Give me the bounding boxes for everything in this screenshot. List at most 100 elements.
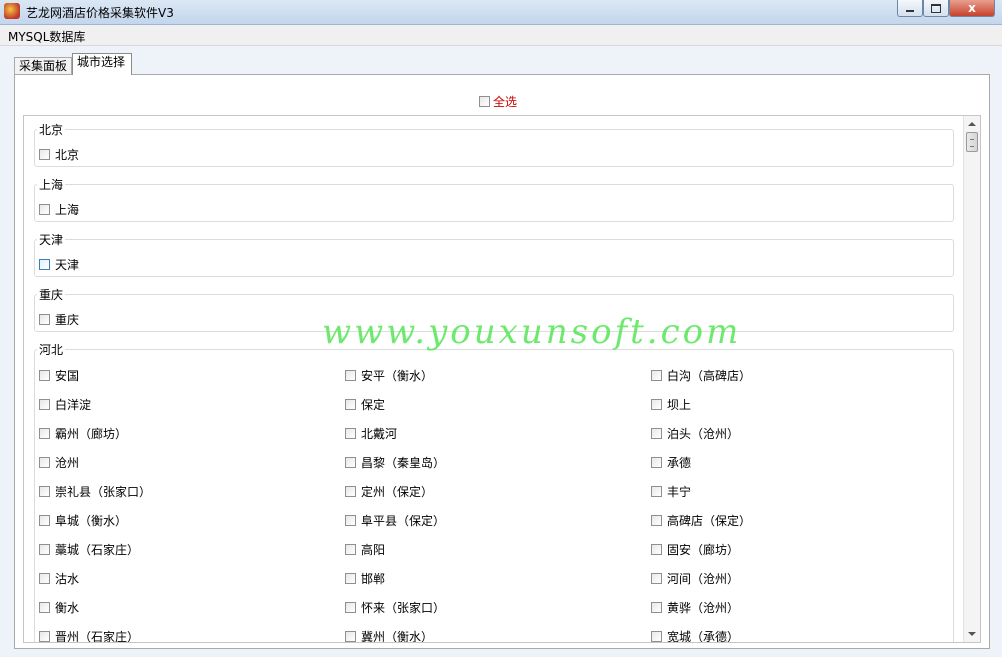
city-option[interactable]: 怀来（张家口） — [345, 599, 445, 616]
city-checkbox[interactable] — [651, 486, 662, 497]
city-option[interactable]: 保定 — [345, 396, 385, 413]
close-button[interactable]: x — [949, 0, 995, 17]
city-label: 丰宁 — [667, 485, 692, 499]
city-checkbox[interactable] — [651, 457, 662, 468]
city-checkbox[interactable] — [345, 399, 356, 410]
city-option[interactable]: 昌黎（秦皇岛） — [345, 454, 445, 471]
city-option[interactable]: 晋州（石家庄） — [39, 628, 140, 643]
city-label: 衡水 — [55, 601, 80, 615]
scroll-down-arrow-icon[interactable] — [968, 632, 976, 636]
city-list-scroll-area[interactable]: 河北安国 安平（衡水） 白沟（高碑店） 白洋淀 保定 坝上霸州（廊坊） 北戴河 泊头（沧州） 沧… — [23, 115, 981, 643]
city-label: 高阳 — [361, 543, 386, 557]
city-checkbox[interactable] — [39, 457, 50, 468]
city-option[interactable]: 沽水 — [39, 570, 79, 587]
tab-city-select[interactable]: 城市选择 — [72, 53, 132, 75]
title-bar: 艺龙网酒店价格采集软件V3 x — [0, 0, 1002, 25]
city-checkbox[interactable] — [39, 573, 50, 584]
city-checkbox[interactable] — [39, 515, 50, 526]
city-checkbox[interactable] — [345, 544, 356, 555]
city-checkbox[interactable] — [39, 399, 50, 410]
city-option[interactable]: 定州（保定） — [345, 483, 433, 500]
city-option[interactable]: 冀州（衡水） — [345, 628, 433, 642]
city-option[interactable]: 北戴河 — [345, 425, 397, 442]
city-option[interactable]: 崇礼县（张家口） — [39, 483, 151, 500]
city-label: 重庆 — [55, 313, 80, 327]
city-checkbox[interactable] — [651, 573, 662, 584]
close-icon: x — [968, 1, 976, 15]
city-checkbox[interactable] — [345, 370, 356, 381]
city-option[interactable]: 北京 — [39, 146, 79, 163]
city-checkbox[interactable] — [651, 631, 662, 642]
city-option[interactable]: 高碑店（保定） — [651, 512, 751, 529]
city-option[interactable]: 承德 — [651, 454, 691, 471]
city-checkbox[interactable] — [345, 631, 356, 642]
province-group: 北京 北京 — [34, 121, 954, 167]
city-checkbox[interactable] — [39, 486, 50, 497]
city-checkbox[interactable] — [651, 602, 662, 613]
city-checkbox[interactable] — [39, 428, 50, 439]
select-all-checkbox[interactable] — [479, 96, 490, 107]
city-label: 白洋淀 — [55, 398, 92, 412]
city-option[interactable]: 安国 — [39, 367, 79, 384]
city-option[interactable]: 固安（廊坊） — [651, 541, 739, 558]
city-checkbox[interactable] — [39, 314, 50, 325]
province-group-title: 天津 — [37, 231, 66, 248]
city-checkbox[interactable] — [651, 399, 662, 410]
province-group-title: 河北 — [37, 341, 66, 358]
select-all-option[interactable]: 全选 — [479, 93, 517, 110]
city-option[interactable]: 坝上 — [651, 396, 691, 413]
city-checkbox[interactable] — [345, 573, 356, 584]
city-option[interactable]: 高阳 — [345, 541, 385, 558]
city-select-panel: 全选 河北安国 安平（衡水） 白沟（高碑店） 白洋淀 保定 坝上霸州（廊坊） 北戴河 泊头（沧… — [14, 74, 990, 649]
tab-collect-panel[interactable]: 采集面板 — [14, 57, 72, 74]
city-option[interactable]: 河间（沧州） — [651, 570, 739, 587]
city-option[interactable]: 天津 — [39, 256, 79, 273]
minimize-button[interactable] — [897, 0, 923, 17]
menu-item-mysql[interactable]: MYSQL数据库 — [8, 28, 85, 45]
city-option[interactable]: 黄骅（沧州） — [651, 599, 739, 616]
city-option[interactable]: 白洋淀 — [39, 396, 91, 413]
city-checkbox[interactable] — [39, 631, 50, 642]
city-option[interactable]: 丰宁 — [651, 483, 691, 500]
city-checkbox[interactable] — [345, 486, 356, 497]
city-option[interactable]: 邯郸 — [345, 570, 385, 587]
select-all-label: 全选 — [493, 95, 518, 109]
menu-bar: MYSQL数据库 — [0, 25, 1002, 46]
city-option[interactable]: 藁城（石家庄） — [39, 541, 139, 558]
city-checkbox[interactable] — [651, 428, 662, 439]
maximize-button[interactable] — [923, 0, 949, 17]
city-option[interactable]: 衡水 — [39, 599, 79, 616]
city-option[interactable]: 重庆 — [39, 311, 79, 328]
city-checkbox[interactable] — [39, 602, 50, 613]
city-checkbox[interactable] — [39, 204, 50, 215]
city-option[interactable]: 阜城（衡水） — [39, 512, 127, 529]
city-option[interactable]: 上海 — [39, 201, 79, 218]
scroll-up-arrow-icon[interactable] — [968, 122, 976, 126]
scroll-thumb[interactable] — [966, 132, 978, 152]
province-group-title: 上海 — [37, 176, 66, 193]
city-checkbox[interactable] — [39, 544, 50, 555]
province-group: 天津 天津 — [34, 231, 954, 277]
city-option[interactable]: 泊头（沧州） — [651, 425, 739, 442]
city-option[interactable]: 霸州（廊坊） — [39, 425, 127, 442]
city-option[interactable]: 阜平县（保定） — [345, 512, 445, 529]
vertical-scrollbar[interactable] — [963, 116, 980, 642]
city-checkbox[interactable] — [39, 149, 50, 160]
city-label: 北戴河 — [361, 427, 398, 441]
city-option[interactable]: 安平（衡水） — [345, 367, 433, 384]
city-checkbox[interactable] — [651, 370, 662, 381]
city-checkbox[interactable] — [345, 602, 356, 613]
app-logo-icon — [4, 3, 20, 19]
city-option[interactable]: 白沟（高碑店） — [651, 367, 751, 384]
city-label: 沽水 — [55, 572, 80, 586]
city-option[interactable]: 宽城（承德） — [651, 628, 739, 642]
city-checkbox[interactable] — [345, 515, 356, 526]
city-checkbox[interactable] — [345, 457, 356, 468]
city-checkbox[interactable] — [39, 259, 50, 270]
city-label: 晋州（石家庄） — [55, 630, 140, 643]
city-checkbox[interactable] — [651, 515, 662, 526]
city-option[interactable]: 沧州 — [39, 454, 79, 471]
city-checkbox[interactable] — [651, 544, 662, 555]
city-checkbox[interactable] — [39, 370, 50, 381]
city-checkbox[interactable] — [345, 428, 356, 439]
